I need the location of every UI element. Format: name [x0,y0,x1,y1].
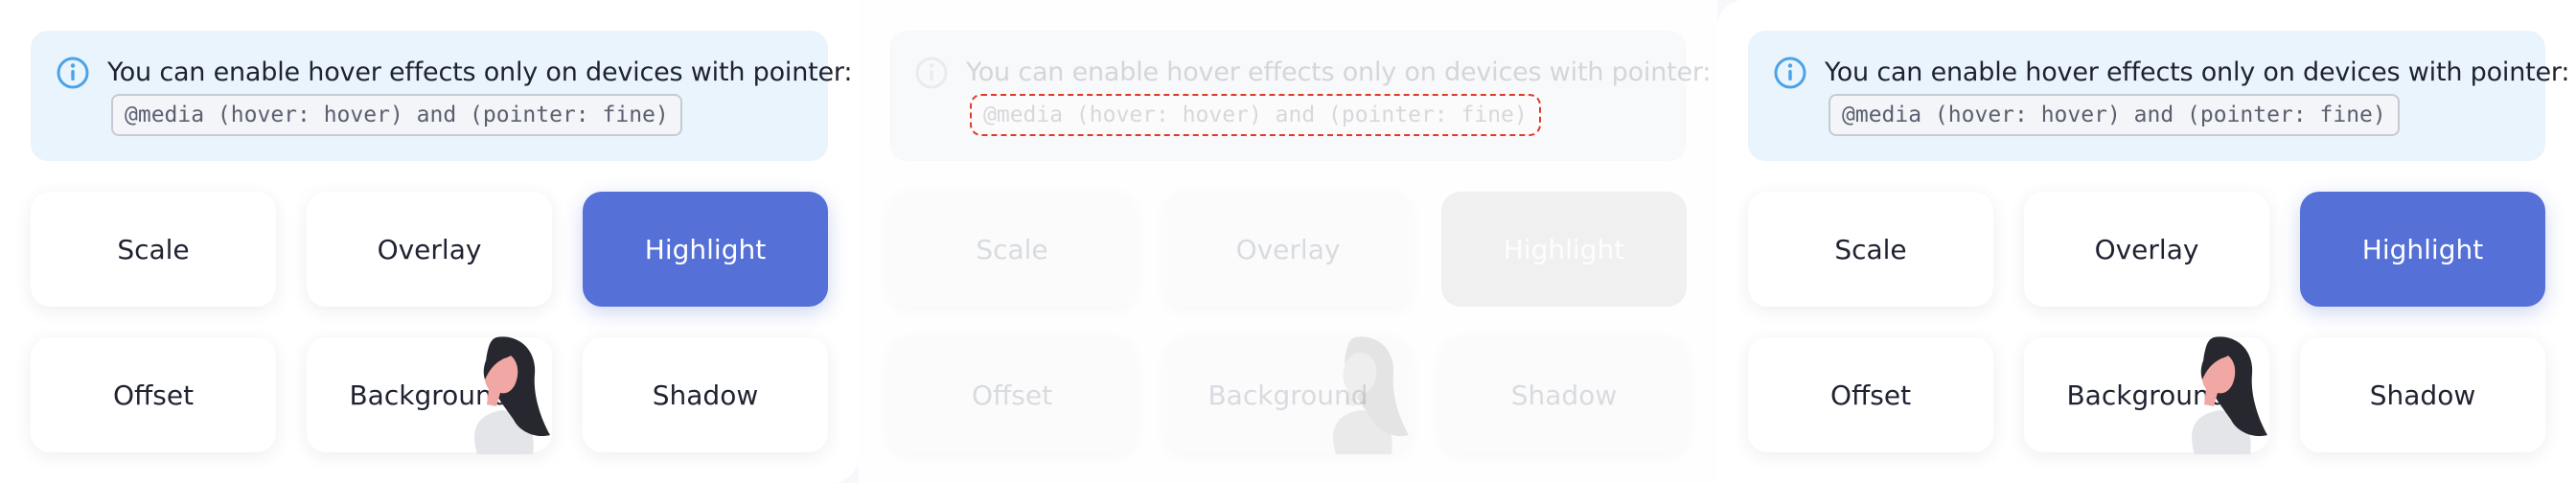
person-illustration-icon [1333,336,1409,454]
code-snippet-highlighted: @media (hover: hover) and (pointer: fine… [970,94,1541,136]
tile-highlight[interactable]: Highlight [2300,192,2545,307]
code-snippet: @media (hover: hover) and (pointer: fine… [111,94,682,136]
tile-scale[interactable]: Scale [31,192,276,307]
person-illustration-icon [2192,336,2267,454]
tile-overlay[interactable]: Overlay [307,192,552,307]
tile-offset[interactable]: Offset [1748,337,1993,452]
person-illustration-icon [474,336,550,454]
info-text: You can enable hover effects only on dev… [1825,58,2570,87]
tile-highlight: Highlight [1441,192,1687,307]
tile-overlay[interactable]: Overlay [2024,192,2269,307]
tile-offset: Offset [889,337,1135,452]
tile-shadow[interactable]: Shadow [583,337,828,452]
tile-highlight[interactable]: Highlight [583,192,828,307]
info-circle-icon [57,57,89,89]
info-text: You can enable hover effects only on dev… [107,58,853,87]
stage: You can enable hover effects only on dev… [0,0,2576,483]
tile-shadow: Shadow [1441,337,1687,452]
demo-panel-2-disabled: You can enable hover effects only on dev… [859,0,1717,483]
info-callout: You can enable hover effects only on dev… [889,31,1711,161]
info-text: You can enable hover effects only on dev… [966,58,1712,87]
demo-panel-3: You can enable hover effects only on dev… [1717,0,2576,483]
tile-scale: Scale [889,192,1135,307]
info-callout: You can enable hover effects only on dev… [31,31,852,161]
tile-scale[interactable]: Scale [1748,192,1993,307]
code-snippet: @media (hover: hover) and (pointer: fine… [1828,94,2400,136]
info-circle-icon [915,57,948,89]
tile-offset[interactable]: Offset [31,337,276,452]
info-circle-icon [1774,57,1806,89]
demo-panel-1: You can enable hover effects only on dev… [0,0,859,483]
tile-overlay: Overlay [1165,192,1411,307]
tile-shadow[interactable]: Shadow [2300,337,2545,452]
info-callout: You can enable hover effects only on dev… [1748,31,2569,161]
